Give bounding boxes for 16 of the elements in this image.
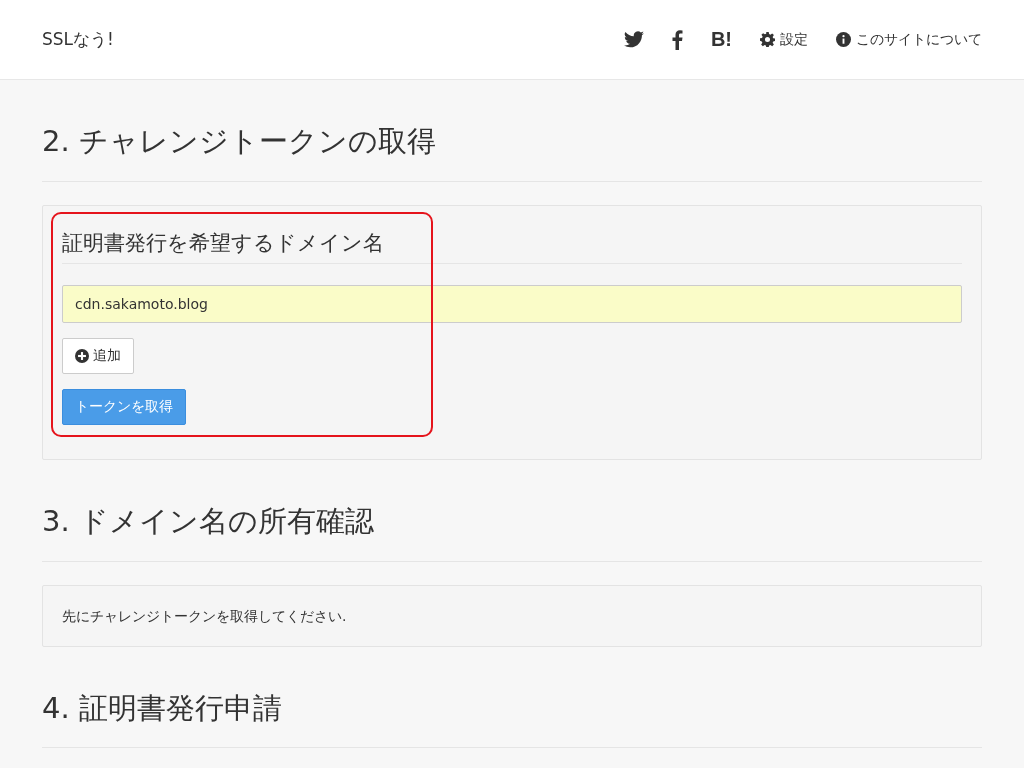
facebook-icon[interactable]	[671, 29, 683, 50]
settings-icon	[760, 32, 775, 47]
section-heading: 2. チャレンジトークンの取得	[42, 123, 437, 160]
info-icon	[836, 32, 851, 47]
section-heading: 3. ドメイン名の所有確認	[42, 502, 375, 540]
domain-input[interactable]: cdn.sakamoto.blog	[62, 284, 962, 323]
plus-circle-icon	[75, 348, 89, 363]
message-text: 先にチャレンジトークンを取得してください.	[62, 606, 348, 626]
site-brand[interactable]: SSLなう!	[42, 28, 114, 51]
settings-link[interactable]: 設定	[760, 30, 808, 49]
about-link[interactable]: このサイトについて	[836, 30, 982, 49]
bird-icon[interactable]	[623, 31, 644, 48]
panel-title: 証明書発行を希望するドメイン名	[62, 229, 385, 257]
section-heading: 4. 証明書発行申請	[42, 689, 283, 727]
add-button[interactable]: 追加	[62, 337, 134, 374]
bookmark-link[interactable]: B!	[710, 28, 732, 51]
